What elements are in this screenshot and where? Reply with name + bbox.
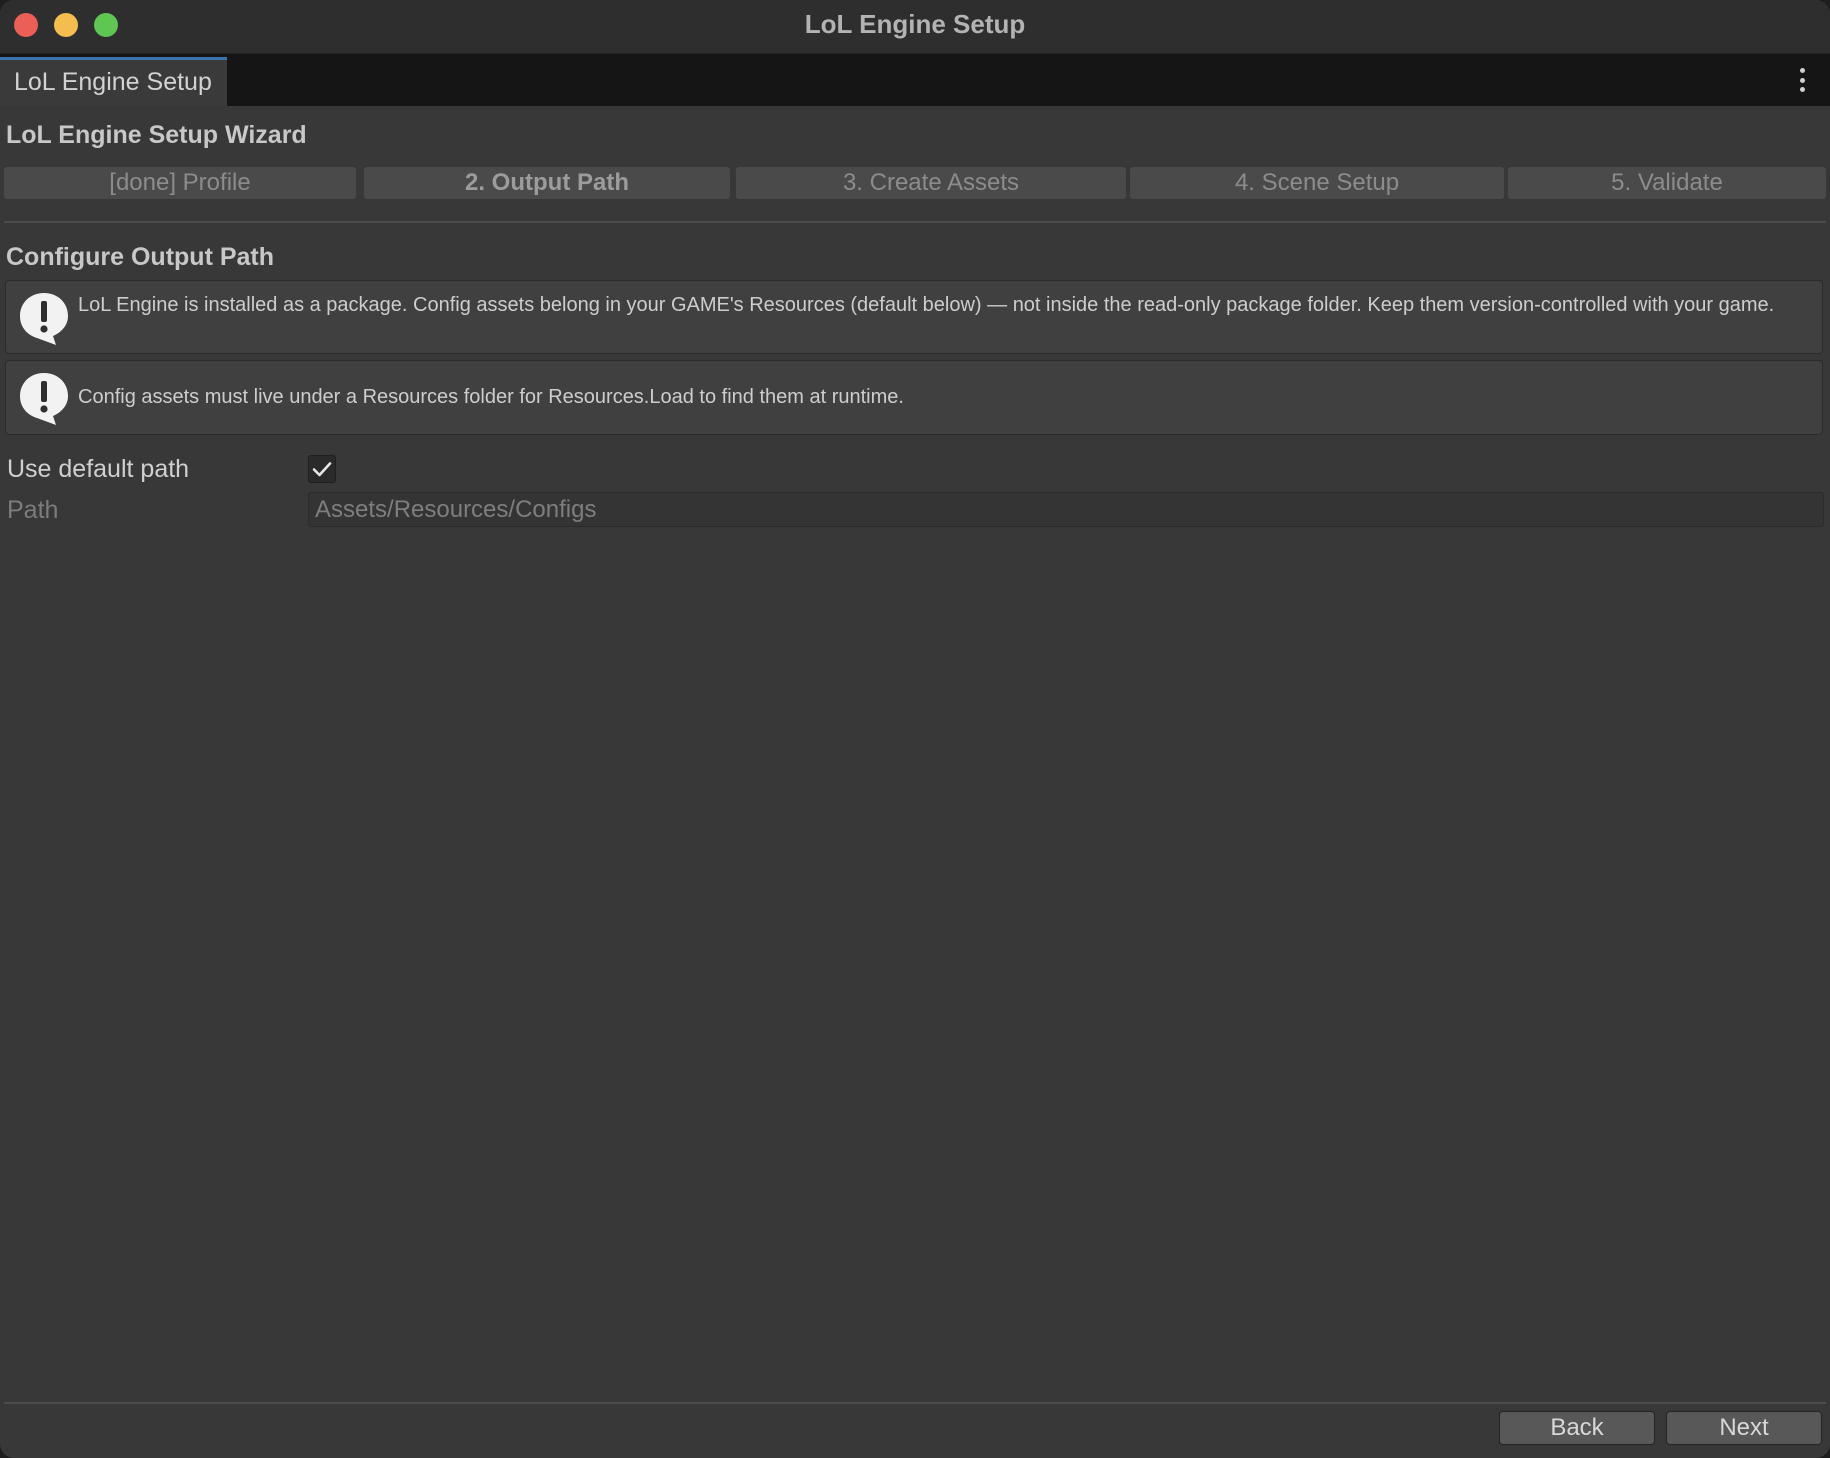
info-icon (20, 293, 68, 345)
tab-bar: LoL Engine Setup (0, 54, 1830, 106)
tab-lol-engine-setup[interactable]: LoL Engine Setup (0, 57, 227, 106)
menu-dot (1799, 87, 1805, 92)
info-message-text: Config assets must live under a Resource… (78, 386, 904, 408)
next-button[interactable]: Next (1666, 1411, 1822, 1445)
section-divider (4, 221, 1826, 223)
back-button[interactable]: Back (1499, 1411, 1655, 1445)
step-output-path[interactable]: 2. Output Path (364, 167, 730, 199)
menu-dot (1799, 68, 1805, 73)
menu-dot (1799, 77, 1805, 83)
path-input[interactable]: Assets/Resources/Configs (308, 492, 1824, 527)
wizard-title: LoL Engine Setup Wizard (6, 121, 307, 149)
use-default-path-label: Use default path (7, 455, 190, 483)
title-bar: LoL Engine Setup (0, 0, 1830, 54)
window-title: LoL Engine Setup (804, 9, 1026, 39)
path-label: Path (7, 496, 59, 524)
section-title: Configure Output Path (6, 243, 275, 271)
info-message-box: LoL Engine is installed as a package. Co… (5, 280, 1823, 354)
info-message-box: Config assets must live under a Resource… (5, 360, 1823, 435)
info-icon (20, 373, 68, 425)
step-scene-setup[interactable]: 4. Scene Setup (1130, 167, 1504, 199)
footer-divider (4, 1402, 1826, 1404)
wizard-steps: [done] Profile 2. Output Path 3. Create … (4, 167, 1826, 199)
use-default-path-checkbox[interactable] (308, 455, 336, 483)
checkmark-icon (312, 462, 332, 477)
step-profile[interactable]: [done] Profile (4, 167, 356, 199)
editor-window: LoL Engine Setup LoL Engine Setup LoL En… (0, 0, 1830, 1458)
info-message-text: LoL Engine is installed as a package. Co… (78, 294, 1775, 316)
kebab-menu-icon[interactable] (1798, 68, 1806, 92)
step-create-assets[interactable]: 3. Create Assets (736, 167, 1126, 199)
step-validate[interactable]: 5. Validate (1508, 167, 1826, 199)
